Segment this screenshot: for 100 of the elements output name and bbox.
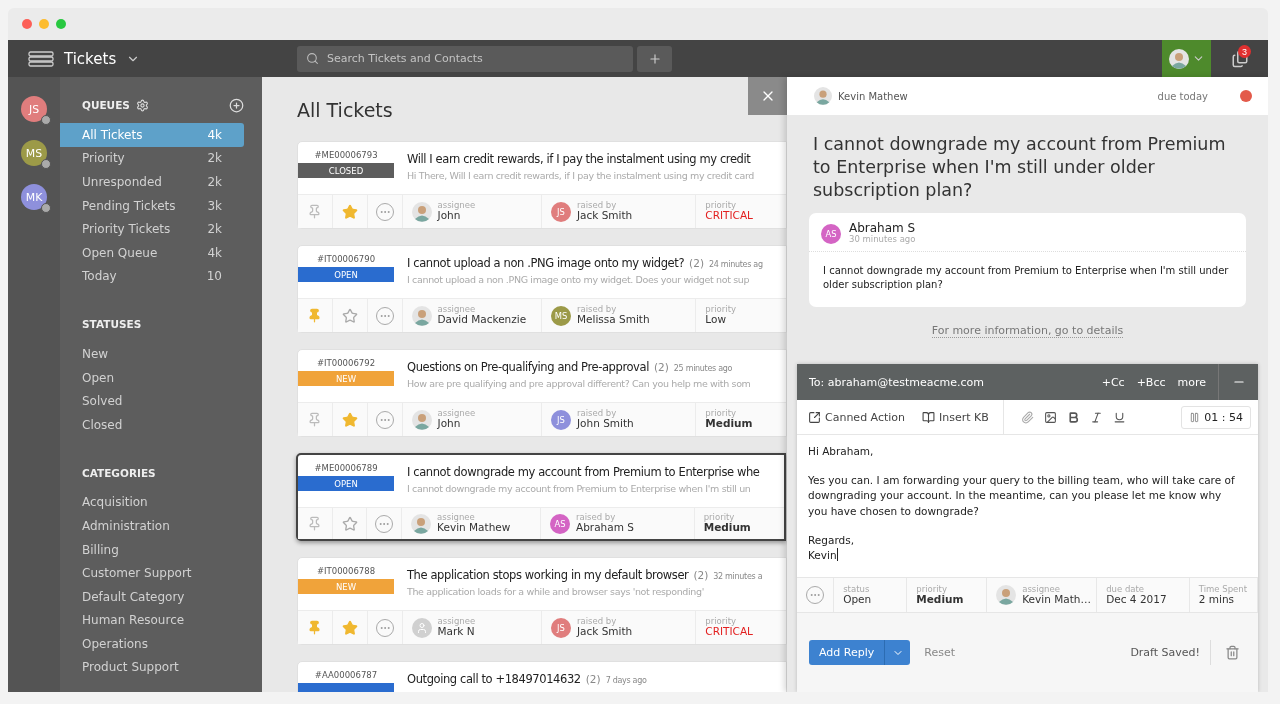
add-button[interactable]	[637, 45, 672, 72]
field-label: assignee	[437, 409, 476, 419]
ticket-field[interactable]: assignee Kevin Math…	[987, 578, 1098, 613]
star-icon[interactable]	[341, 307, 358, 324]
reply-options-button[interactable]	[884, 640, 911, 666]
ticket-title: I cannot upload a non .PNG image onto my widget?	[407, 256, 685, 270]
bcc-link[interactable]: +Bcc	[1136, 375, 1166, 389]
close-window-button[interactable]	[22, 19, 32, 29]
avatar-initials: AS	[821, 223, 841, 244]
ticket-snippet: How are pre qualifying and pre approval different? Can you help me with som	[407, 378, 751, 389]
recipient: To: abraham@testmeacme.com	[808, 375, 986, 389]
sidebar-item[interactable]: Customer Support	[60, 561, 244, 585]
sidebar-item[interactable]: Human Resource	[60, 608, 244, 633]
ticket-id: #ME00006789	[314, 463, 378, 473]
sidebar-item[interactable]: Open	[60, 365, 244, 390]
raiser-name: Jack Smith	[576, 210, 633, 222]
section-title: STATUSES	[82, 318, 142, 331]
ticket-snippet: Hi There, Will I earn credit rewards, if I pay the instalment using my credit card	[407, 170, 754, 181]
stack-icon[interactable]	[28, 50, 54, 67]
field-label: raised by	[575, 513, 617, 523]
add-reply-button[interactable]: Add Reply	[809, 640, 885, 666]
ticket-id: #IT00006788	[316, 566, 376, 576]
italic-icon	[1089, 410, 1103, 424]
ticket-snippet: I cannot upload a non .PNG image onto my widget. Does your widget not sup	[407, 274, 751, 285]
ticket-age: 7 days ago	[605, 676, 647, 685]
sidebar-item[interactable]: Pending Tickets 3k	[60, 193, 244, 218]
reply-count: (2)	[693, 569, 709, 581]
sidebar-item[interactable]: Administration	[60, 514, 244, 538]
star-icon[interactable]	[341, 203, 358, 220]
reset-button[interactable]: Reset	[918, 645, 961, 661]
insert-kb-button[interactable]: Insert KB	[911, 410, 989, 424]
sidebar-item[interactable]: Priority 2k	[60, 146, 244, 171]
sidebar-item[interactable]: Solved	[60, 389, 244, 413]
field-label: priority	[705, 201, 737, 211]
plus-icon	[647, 51, 662, 66]
star-icon[interactable]	[341, 515, 358, 532]
person-avatar	[411, 409, 432, 430]
draft-status: Draft Saved!	[1130, 640, 1211, 666]
sidebar-item[interactable]: Acquisition	[60, 490, 244, 515]
priority-value: Low	[705, 314, 726, 326]
status-tag: OPEN	[298, 476, 394, 491]
raiser-name: Abraham S	[575, 522, 634, 534]
share-icon	[808, 410, 821, 424]
settings-icon[interactable]	[135, 98, 149, 112]
sidebar-item[interactable]: Priority Tickets 2k	[60, 217, 244, 241]
sidebar-item[interactable]: All Tickets 4k	[60, 123, 244, 147]
ticket-title: Outgoing call to +18497014632	[407, 672, 581, 686]
person-avatar	[996, 585, 1017, 606]
star-icon[interactable]	[341, 411, 358, 428]
ticket-title: Will I earn credit rewards, if I pay the instalment using my credit	[407, 152, 751, 166]
raiser-name: Melissa Smith	[576, 314, 650, 326]
sidebar-item[interactable]: Product Support	[60, 655, 244, 680]
close-button[interactable]	[748, 77, 787, 115]
agent-avatar[interactable]: MS	[21, 140, 47, 166]
ticket-field[interactable]: priority Medium	[907, 578, 988, 613]
pin-icon[interactable]	[307, 620, 323, 635]
ticket-card[interactable]: #AA00006787 Outgoing call to +18497014632 (2) 7 days ago	[297, 661, 787, 692]
author-name: Abraham S	[849, 222, 916, 236]
pin-icon[interactable]	[307, 516, 323, 531]
star-icon[interactable]	[341, 619, 358, 636]
agent-avatar[interactable]: MK	[21, 184, 47, 210]
pin-icon[interactable]	[307, 308, 323, 323]
sidebar-item[interactable]: Operations	[60, 632, 244, 656]
app-title[interactable]: Tickets	[64, 49, 117, 68]
sidebar-item[interactable]: Open Queue 4k	[60, 240, 244, 265]
message-time: 30 minutes ago	[849, 235, 916, 245]
avatar-initials: AS	[549, 513, 570, 534]
paperclip-icon	[1020, 410, 1034, 424]
bold-icon	[1066, 410, 1080, 424]
sidebar-item[interactable]: Closed	[60, 412, 244, 437]
ticket-field[interactable]: due date Dec 4 2017	[1097, 578, 1190, 613]
timer[interactable]: 01 : 54	[1181, 405, 1251, 429]
details-link[interactable]: For more information, go to details	[931, 323, 1124, 338]
agent-avatar[interactable]: JS	[21, 96, 47, 122]
pause-icon	[1189, 411, 1201, 423]
sidebar-item[interactable]: Unresponded 2k	[60, 170, 244, 194]
canned-action-button[interactable]: Canned Action	[797, 410, 906, 424]
ticket-field[interactable]: Time Spent 2 mins	[1189, 578, 1258, 613]
sidebar-item[interactable]: New	[60, 342, 244, 366]
add-queue-icon[interactable]	[229, 97, 244, 113]
maximize-window-button[interactable]	[56, 19, 66, 29]
field-label: priority	[705, 305, 736, 315]
pin-icon[interactable]	[307, 412, 323, 427]
sidebar-item[interactable]: Today 10	[60, 264, 244, 289]
presence-dot	[41, 115, 51, 125]
field-label: assignee	[437, 201, 476, 211]
ticket-field[interactable]: status Open	[834, 578, 908, 613]
presence-dot	[41, 159, 51, 169]
minimize-window-button[interactable]	[39, 19, 49, 29]
ticket-card[interactable]	[296, 453, 786, 541]
presence-dot	[41, 203, 51, 213]
more-link[interactable]: more	[1177, 375, 1206, 389]
sidebar-item[interactable]: Default Category	[60, 584, 244, 609]
reply-paragraph: Yes you can. I am forwarding your query to the billing team, who will take care of downgrading your account. In the meantime, can you please let me know why you have chosen to downgrade?	[808, 473, 1236, 519]
sidebar-item[interactable]: Billing	[60, 537, 244, 562]
cc-link[interactable]: +Cc	[1101, 375, 1125, 389]
pin-icon[interactable]	[307, 204, 323, 219]
person-avatar	[411, 201, 432, 222]
user-menu-button[interactable]	[1162, 40, 1211, 77]
notifications-button[interactable]: 3	[1211, 40, 1268, 77]
